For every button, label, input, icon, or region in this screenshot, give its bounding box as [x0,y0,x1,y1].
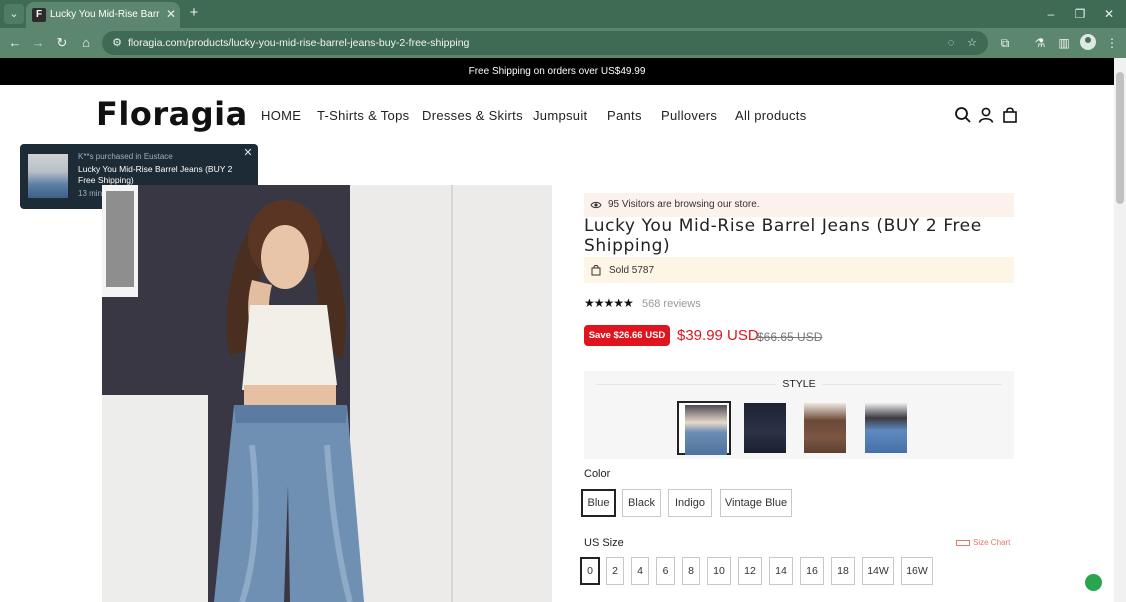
toast-product-name[interactable]: Lucky You Mid-Rise Barrel Jeans (BUY 2 F… [78,164,250,186]
size-option-18[interactable]: 18 [831,557,855,585]
size-option-0[interactable]: 0 [580,557,600,585]
reviews-link[interactable]: 568 reviews [642,297,701,311]
toast-buyer-text: K**s purchased in Eustace [78,152,173,161]
style-selector: STYLE [584,371,1014,459]
reload-icon[interactable]: ↻ [53,34,71,52]
style-swatch-brown[interactable] [798,401,852,455]
size-option-6[interactable]: 6 [656,557,675,585]
chat-widget-icon[interactable] [1085,574,1102,591]
size-label: US Size [584,537,624,549]
size-option-10[interactable]: 10 [707,557,731,585]
nav-item-pullovers[interactable]: Pullovers [661,107,717,125]
size-option-4[interactable]: 4 [631,557,649,585]
nav-item-all-products[interactable]: All products [735,107,807,125]
style-label: STYLE [782,378,816,390]
search-icon[interactable] [954,106,972,124]
eye-icon [590,201,602,209]
color-option-vintage-blue[interactable]: Vintage Blue [720,489,792,517]
browser-tab-active[interactable]: F Lucky You Mid-Rise Barrel Jeans ✕ [26,2,180,28]
size-option-8[interactable]: 8 [682,557,700,585]
site-info-icon[interactable]: ⚙ [110,36,124,50]
style-swatch-image [804,403,846,453]
product-title: Lucky You Mid-Rise Barrel Jeans (BUY 2 F… [584,216,982,256]
toast-product-thumbnail [28,154,68,198]
eye-off-icon[interactable]: ◌ [944,36,958,50]
side-panel-icon[interactable]: ▥ [1055,34,1073,52]
address-bar[interactable]: ⚙ floragia.com/products/lucky-you-mid-ri… [102,31,988,55]
nav-item-home[interactable]: HOME [261,107,301,125]
bag-icon [591,265,601,276]
color-option-blue[interactable]: Blue [581,489,616,517]
sold-count: Sold 5787 [609,265,655,276]
visitors-text: 95 Visitors are browsing our store. [608,199,760,210]
kebab-menu-icon[interactable]: ⋮ [1103,34,1121,52]
tab-search-icon[interactable]: ⌄ [4,4,24,24]
tab-title: Lucky You Mid-Rise Barrel Jeans [50,9,160,20]
page-scrollbar[interactable] [1114,58,1126,602]
size-option-16[interactable]: 16 [800,557,824,585]
minimize-icon[interactable]: – [1043,6,1059,22]
rating-stars[interactable]: ★★★★★ [584,296,634,310]
lab-icon[interactable]: ⚗ [1031,34,1049,52]
size-option-12[interactable]: 12 [738,557,762,585]
nav-item-jumpsuit[interactable]: Jumpsuit [533,107,587,125]
profile-icon[interactable] [1080,34,1096,50]
forward-icon[interactable]: → [29,34,47,52]
sold-banner: Sold 5787 [584,257,1014,283]
save-badge: Save $26.66 USD [584,325,670,346]
home-icon[interactable]: ⌂ [77,34,95,52]
sale-price: $39.99 USD [677,327,759,344]
back-icon[interactable]: ← [6,34,24,52]
new-tab-icon[interactable]: + [186,5,202,21]
cart-icon[interactable] [1001,106,1019,124]
toast-close-icon[interactable]: ✕ [242,147,254,159]
color-option-black[interactable]: Black [622,489,661,517]
style-swatch-blue[interactable] [677,401,731,455]
announcement-bar: Free Shipping on orders over US$49.99 [0,58,1114,85]
star-icon[interactable]: ☆ [965,36,979,50]
color-label: Color [584,468,611,480]
style-swatch-wide-blue[interactable] [859,401,913,455]
extensions-icon[interactable]: ⧉ [996,34,1014,52]
close-window-icon[interactable]: ✕ [1101,6,1117,22]
product-photo-illustration [102,185,552,602]
color-option-indigo[interactable]: Indigo [668,489,712,517]
favicon-icon: F [32,8,46,22]
browser-toolbar: ← → ↻ ⌂ ⚙ floragia.com/products/lucky-yo… [0,28,1126,58]
nav-item-tshirts-tops[interactable]: T-Shirts & Tops [317,107,409,125]
style-swatch-image [744,403,786,453]
style-swatch-image [685,405,727,455]
browser-tab-strip: ⌄ F Lucky You Mid-Rise Barrel Jeans ✕ + … [0,0,1126,28]
style-swatch-image [865,403,907,453]
tab-close-icon[interactable]: ✕ [164,7,178,21]
size-option-2[interactable]: 2 [606,557,624,585]
product-main-image[interactable] [102,185,552,602]
size-chart-link[interactable]: Size Chart [956,537,1010,549]
url-text[interactable]: floragia.com/products/lucky-you-mid-rise… [128,36,469,50]
visitors-banner: 95 Visitors are browsing our store. [584,193,1014,217]
site-logo[interactable]: Floragia [96,96,247,132]
size-chart-text[interactable]: Size Chart [973,538,1010,547]
size-option-16w[interactable]: 16W [901,557,933,585]
scrollbar-thumb[interactable] [1116,72,1124,204]
ruler-icon [956,539,970,546]
nav-item-dresses-skirts[interactable]: Dresses & Skirts [422,107,523,125]
maximize-icon[interactable]: ❐ [1072,6,1088,22]
compare-price: $66.65 USD [757,330,823,344]
size-option-14[interactable]: 14 [769,557,793,585]
size-option-14w[interactable]: 14W [862,557,894,585]
style-swatch-black[interactable] [738,401,792,455]
account-icon[interactable] [977,106,995,124]
nav-item-pants[interactable]: Pants [607,107,642,125]
